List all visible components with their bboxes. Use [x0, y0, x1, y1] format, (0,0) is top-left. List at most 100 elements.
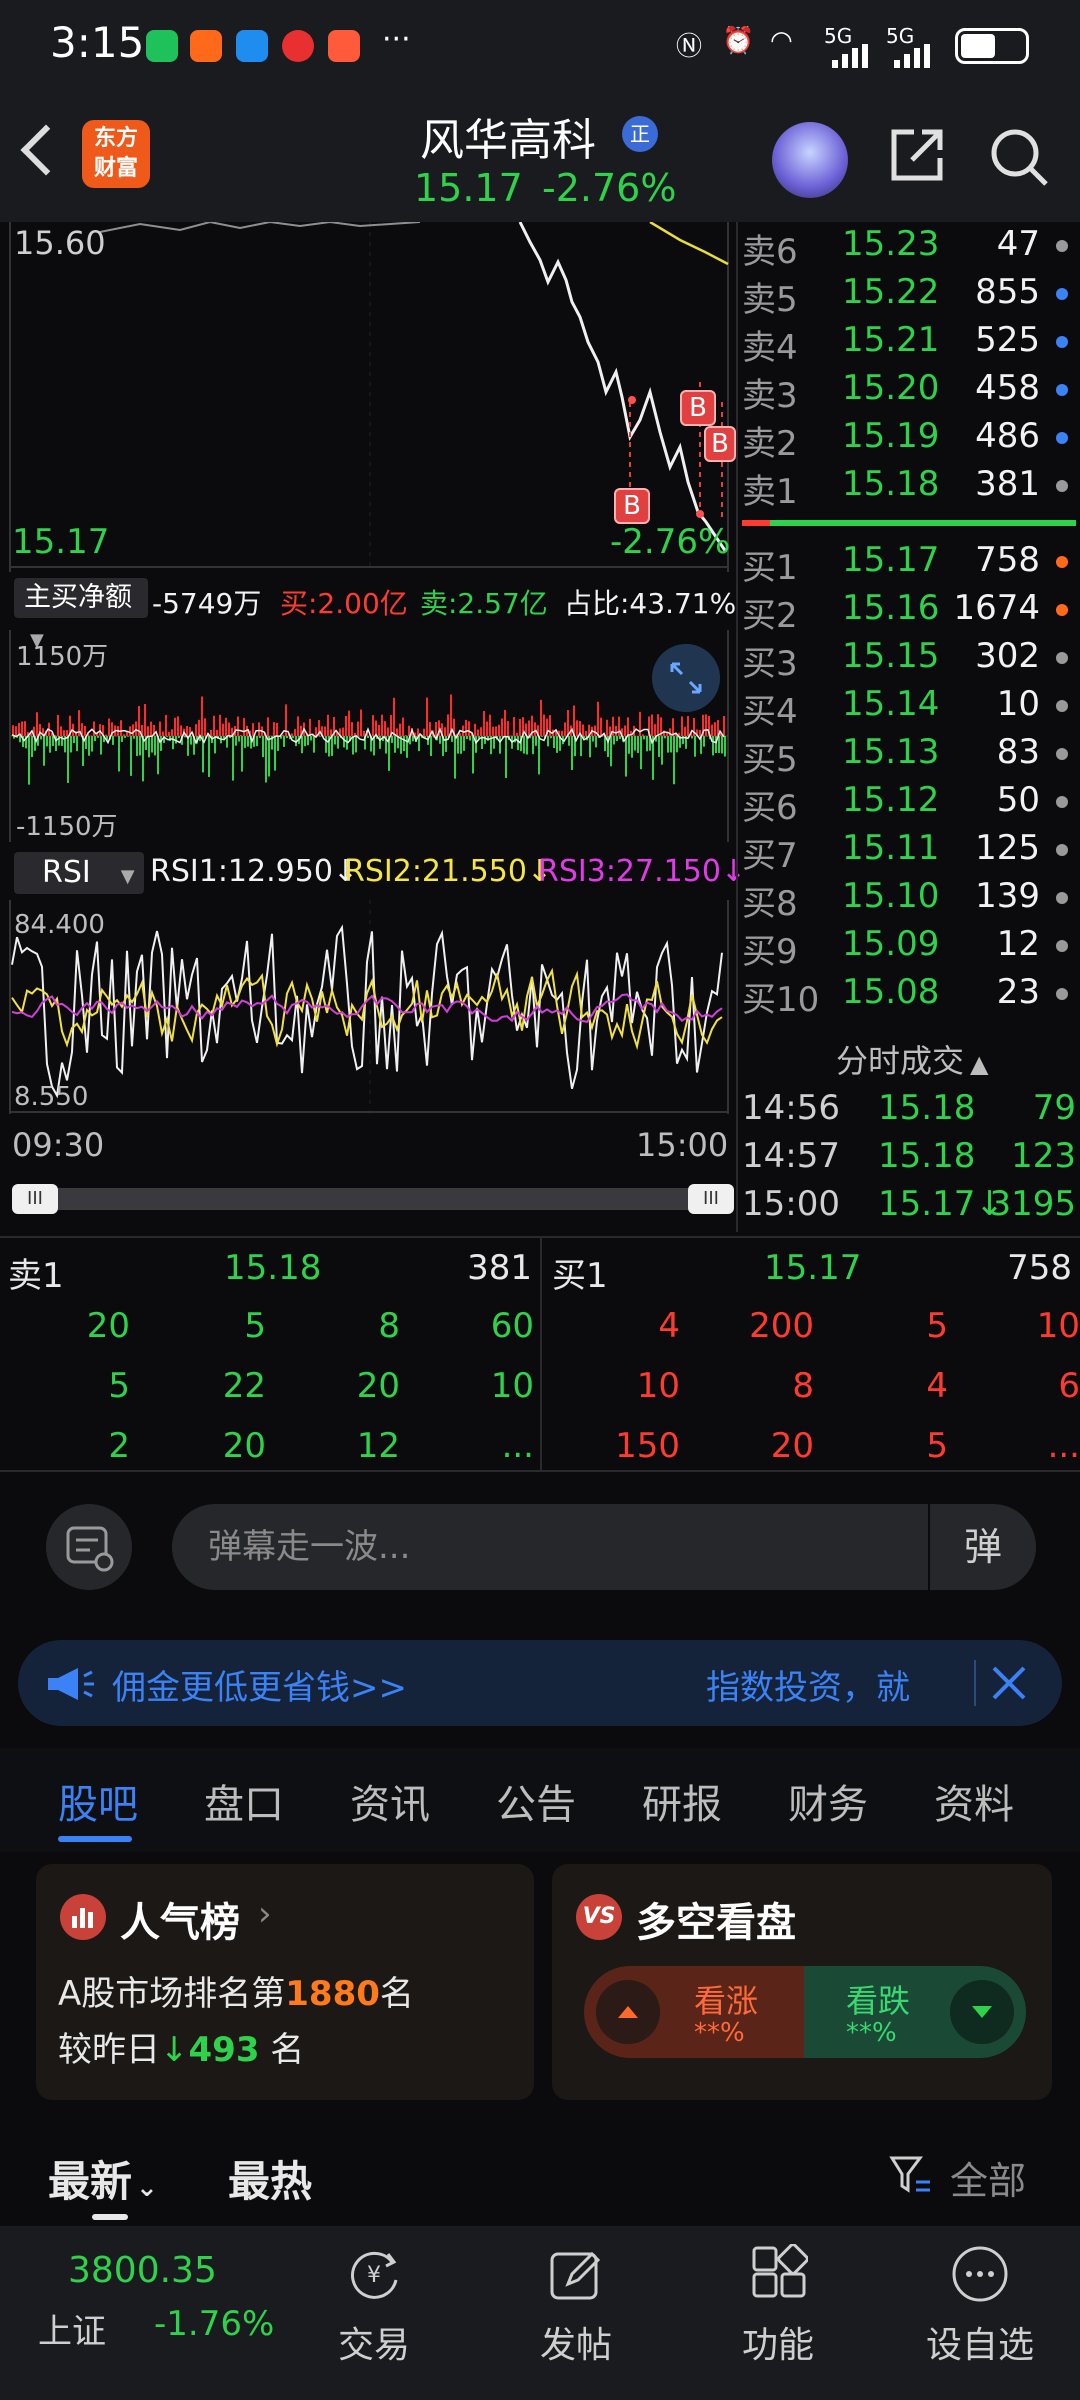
queue-sell-cell: 5 [108, 1366, 130, 1406]
sort-latest[interactable]: 最新 ⌄ [48, 2148, 158, 2209]
post-icon[interactable] [546, 2244, 606, 2304]
scroll-handle-left[interactable]: III [12, 1184, 58, 1214]
index-change[interactable]: -1.76% [154, 2304, 274, 2344]
order-level-label: 卖6 [742, 232, 798, 272]
order-book-row[interactable]: 买5 15.13 83 [742, 728, 1080, 780]
order-volume: 83 [996, 732, 1040, 772]
price-axis-top: 15.60 [14, 224, 106, 262]
chart-scrollbar[interactable] [14, 1188, 734, 1210]
flow-ratio: 占比:43.71% [564, 587, 737, 620]
caret-up-icon: ▲ [970, 1050, 989, 1078]
order-change-dot [1056, 700, 1068, 712]
expand-icon[interactable] [652, 644, 720, 712]
tab-item[interactable]: 资讯 [350, 1772, 430, 1830]
flow-indicator-select[interactable]: 主买净额▼ [14, 578, 148, 651]
queue-sell-cell: 20 [86, 1306, 130, 1346]
trade-price: 15.17↓ [878, 1184, 1004, 1224]
arrow-up-icon [596, 1980, 660, 2044]
queue-buy-label: 买1 [552, 1256, 608, 1296]
order-price: 15.21 [842, 320, 940, 360]
bear-label: 看跌 [846, 1982, 911, 2020]
share-icon[interactable] [888, 126, 946, 184]
buy-marker[interactable]: B [614, 488, 650, 524]
app-logo[interactable]: 东方 财富 [82, 120, 150, 188]
tab-item[interactable]: 财务 [788, 1772, 868, 1830]
watchlist-icon[interactable] [950, 2244, 1010, 2304]
order-level-label: 买2 [742, 596, 798, 636]
nav-item-label[interactable]: 发帖 [506, 2316, 646, 2368]
message-icon [236, 30, 268, 62]
order-book-row[interactable]: 卖1 15.18 381 [742, 460, 1080, 512]
price-axis-change: -2.76% [610, 522, 731, 562]
order-level-label: 买4 [742, 692, 798, 732]
order-book-row[interactable]: 买8 15.10 139 [742, 872, 1080, 924]
rsi-chart[interactable] [0, 900, 734, 1114]
queue-sell-cell: 5 [244, 1306, 266, 1346]
order-book-row[interactable]: 买1 15.17 758 [742, 536, 1080, 588]
order-volume: 12 [996, 924, 1040, 964]
order-book-row[interactable]: 卖5 15.22 855 [742, 268, 1080, 320]
search-icon[interactable] [988, 126, 1050, 188]
assistant-avatar-icon[interactable] [772, 122, 848, 198]
order-level-label: 买9 [742, 932, 798, 972]
order-book-row[interactable]: 卖4 15.21 525 [742, 316, 1080, 368]
order-book-row[interactable]: 买4 15.14 10 [742, 680, 1080, 732]
danmu-toggle-button[interactable]: 弹 [928, 1504, 1036, 1590]
rsi-axis-top: 84.400 [14, 910, 105, 940]
order-book-row[interactable]: 买10 15.08 23 [742, 968, 1080, 1020]
danmu-input[interactable]: 弹幕走一波... [172, 1504, 1036, 1590]
header-price: 15.17 [414, 166, 523, 210]
alarm-icon: ⏰ [722, 26, 755, 56]
close-icon[interactable] [990, 1664, 1028, 1702]
filter-icon[interactable] [888, 2152, 932, 2196]
order-book-row[interactable]: 卖2 15.19 486 [742, 412, 1080, 464]
queue-buy-cell: 4 [658, 1306, 680, 1346]
buy-marker[interactable]: B [680, 390, 716, 426]
bear-value: **% [846, 2018, 897, 2048]
scroll-handle-right[interactable]: III [688, 1184, 734, 1214]
tab-item[interactable]: 资料 [934, 1772, 1014, 1830]
index-value[interactable]: 3800.35 [68, 2250, 217, 2291]
filter-label[interactable]: 全部 [950, 2150, 1026, 2205]
rsi-indicator-select[interactable]: RSI ▼ [14, 852, 144, 894]
nav-item-label[interactable]: 设自选 [910, 2316, 1050, 2368]
order-change-dot [1056, 384, 1068, 396]
queue-sell-cell: 8 [378, 1306, 400, 1346]
functions-icon[interactable] [748, 2244, 808, 2304]
order-book-row[interactable]: 买3 15.15 302 [742, 632, 1080, 684]
tab-item[interactable]: 公告 [496, 1772, 576, 1830]
nav-item-label[interactable]: 功能 [708, 2316, 848, 2368]
flow-sell: 卖:2.57亿 [420, 587, 548, 620]
danmu-settings-icon[interactable] [46, 1504, 132, 1590]
active-tab-indicator [58, 1836, 132, 1842]
buy-marker[interactable]: B [704, 426, 736, 462]
order-book-row[interactable]: 买6 15.12 50 [742, 776, 1080, 828]
stock-name[interactable]: 风华高科 [420, 104, 596, 168]
order-volume: 50 [996, 780, 1040, 820]
trades-title-label: 分时成交 [836, 1042, 965, 1080]
tab-item[interactable]: 股吧 [58, 1772, 138, 1830]
order-volume: 486 [975, 416, 1040, 456]
index-name[interactable]: 上证 [38, 2304, 106, 2353]
order-price: 15.20 [842, 368, 940, 408]
trade-icon[interactable]: ¥ [344, 2244, 404, 2304]
order-level-label: 买5 [742, 740, 798, 780]
back-icon[interactable] [20, 124, 72, 176]
compare-suffix: 名 [270, 2030, 305, 2070]
order-book-row[interactable]: 买2 15.16 1674 [742, 584, 1080, 636]
order-book-row[interactable]: 买7 15.11 125 [742, 824, 1080, 876]
order-book-row[interactable]: 卖3 15.20 458 [742, 364, 1080, 416]
banner-left-text[interactable]: 佣金更低更省钱>> [112, 1660, 407, 1709]
sort-hot[interactable]: 最热 [228, 2148, 312, 2209]
order-book-row[interactable]: 买9 15.09 12 [742, 920, 1080, 972]
rsi3-value: RSI3:27.150↓ [538, 854, 747, 889]
time-axis-end: 15:00 [636, 1126, 729, 1164]
trade-row: 14:56 15.18 79 [742, 1086, 1080, 1134]
order-change-dot [1056, 748, 1068, 760]
banner-right-text[interactable]: 指数投资，就 [706, 1660, 910, 1709]
nav-item-label[interactable]: 交易 [304, 2316, 444, 2368]
order-book-row[interactable]: 卖6 15.23 47 [742, 220, 1080, 272]
tab-item[interactable]: 研报 [642, 1772, 722, 1830]
tab-item[interactable]: 盘口 [204, 1772, 284, 1830]
trades-title[interactable]: 分时成交 ▲ [836, 1036, 988, 1082]
